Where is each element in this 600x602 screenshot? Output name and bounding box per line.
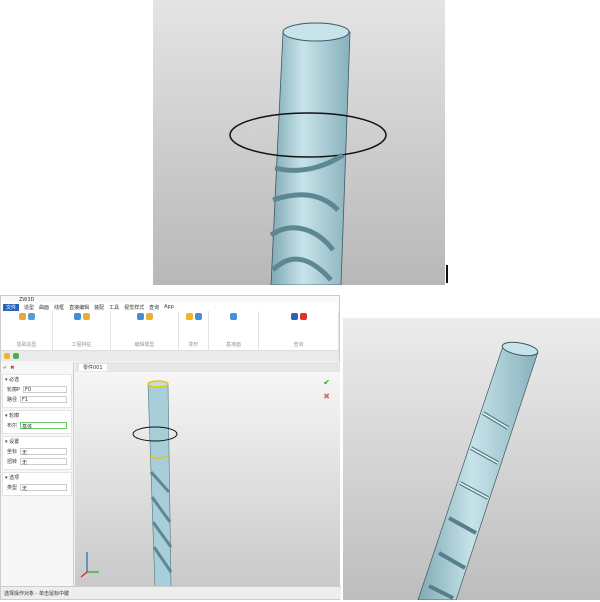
tool-icon[interactable] xyxy=(194,313,202,320)
filter-icon[interactable] xyxy=(4,353,10,359)
group-label: 基础造型 xyxy=(16,342,37,348)
tool-icon[interactable] xyxy=(18,313,26,320)
cancel-icon[interactable]: ✖ xyxy=(10,365,14,371)
menu-item[interactable]: 查询 xyxy=(149,304,159,311)
ok-icon[interactable]: ✔ xyxy=(3,365,7,371)
menu-bar: 文件 造型 曲面 线框 直接编辑 装配 工具 视觉样式 查询 App xyxy=(1,303,339,311)
field-label: 布尔 xyxy=(7,423,18,429)
twist-dropdown[interactable]: 无 xyxy=(20,458,67,466)
ribbon-group: 基准面 xyxy=(209,311,259,350)
status-text: 选择操作对象 - 单击鼠标中键 xyxy=(4,591,69,597)
select-icon[interactable] xyxy=(13,353,19,359)
tool-icon[interactable] xyxy=(299,313,307,320)
type-dropdown[interactable]: 无 xyxy=(20,484,67,492)
ribbon-group: 编辑模型 xyxy=(111,311,179,350)
menu-item[interactable]: App xyxy=(164,304,174,310)
tool-icon[interactable] xyxy=(136,313,144,320)
tab-part[interactable]: 零件001 xyxy=(79,363,107,371)
section-title: 轮廓 xyxy=(9,413,20,419)
3d-viewport[interactable]: ✔ ✖ xyxy=(75,372,340,588)
boolean-field[interactable]: 基体 xyxy=(20,422,67,430)
menu-item[interactable]: 装配 xyxy=(94,304,104,311)
ribbon-group: 基础造型 xyxy=(1,311,53,350)
confirm-row: ✔ ✖ xyxy=(3,365,71,371)
section-options: ▾ 选项 类型无 xyxy=(2,472,72,496)
accept-icon[interactable]: ✔ xyxy=(323,378,330,387)
group-label: 工程特征 xyxy=(71,342,92,348)
cad-window: ZW3D 文件 造型 曲面 线框 直接编辑 装配 工具 视觉样式 查询 App … xyxy=(0,295,341,600)
divider-mark xyxy=(446,265,448,283)
menu-item[interactable]: 工具 xyxy=(109,304,119,311)
section-title: 设置 xyxy=(9,439,20,445)
path-field[interactable]: F1 xyxy=(20,396,67,403)
section-required: ▾ 必选 轮廓P F0 路径 F1 xyxy=(2,374,72,408)
ribbon: 基础造型 工程特征 编辑模型 变形 基准面 查询 xyxy=(1,311,339,351)
drill-top-image xyxy=(229,22,387,286)
top-helix-render xyxy=(153,0,448,286)
group-label: 编辑模型 xyxy=(134,342,155,348)
group-label: 查询 xyxy=(293,342,304,348)
field-label: 路径 xyxy=(7,397,18,403)
field-label: 扭转 xyxy=(7,459,18,465)
section-profile: ▾ 轮廓 布尔 基体 xyxy=(2,410,72,434)
right-helix-render xyxy=(343,318,600,601)
section-title: 选项 xyxy=(9,475,20,481)
menu-item[interactable]: 曲面 xyxy=(39,304,49,311)
tool-icon[interactable] xyxy=(290,313,298,320)
field-label: 坐标 xyxy=(7,449,18,455)
axis-triad xyxy=(81,552,99,577)
title-bar: ZW3D xyxy=(1,296,339,303)
tool-icon[interactable] xyxy=(145,313,153,320)
ribbon-group: 工程特征 xyxy=(53,311,111,350)
menu-file[interactable]: 文件 xyxy=(3,303,20,311)
tool-icon[interactable] xyxy=(27,313,35,320)
quick-toolbar xyxy=(1,351,339,361)
group-label: 基准面 xyxy=(225,342,241,348)
reject-icon[interactable]: ✖ xyxy=(323,392,330,401)
menu-item[interactable]: 造型 xyxy=(24,304,34,311)
menu-item[interactable]: 线框 xyxy=(54,304,64,311)
ribbon-group: 查询 xyxy=(259,311,339,350)
group-label: 变形 xyxy=(188,342,199,348)
tool-icon[interactable] xyxy=(185,313,193,320)
menu-item[interactable]: 视觉样式 xyxy=(124,304,144,311)
tool-icon[interactable] xyxy=(73,313,81,320)
tool-icon[interactable] xyxy=(82,313,90,320)
document-tabs: 零件001 xyxy=(75,362,340,372)
coord-dropdown[interactable]: 无 xyxy=(20,448,67,456)
field-label: 类型 xyxy=(7,485,18,491)
menu-item[interactable]: 直接编辑 xyxy=(69,304,89,311)
model-view xyxy=(80,380,178,588)
property-panel: ✔ ✖ ▾ 必选 轮廓P F0 路径 F1 ▾ 轮廓 布尔 基体 ▾ 设置 坐标无 扭转… xyxy=(1,362,74,587)
section-title: 必选 xyxy=(9,377,20,383)
ribbon-group: 变形 xyxy=(179,311,209,350)
section-settings: ▾ 设置 坐标无 扭转无 xyxy=(2,436,72,470)
drill-right-image xyxy=(417,341,539,601)
profile-field[interactable]: F0 xyxy=(23,386,67,393)
app-title: ZW3D xyxy=(19,296,35,303)
field-label: 轮廓P xyxy=(7,387,21,393)
tool-icon[interactable] xyxy=(230,313,237,320)
status-bar: 选择操作对象 - 单击鼠标中键 xyxy=(1,586,341,599)
